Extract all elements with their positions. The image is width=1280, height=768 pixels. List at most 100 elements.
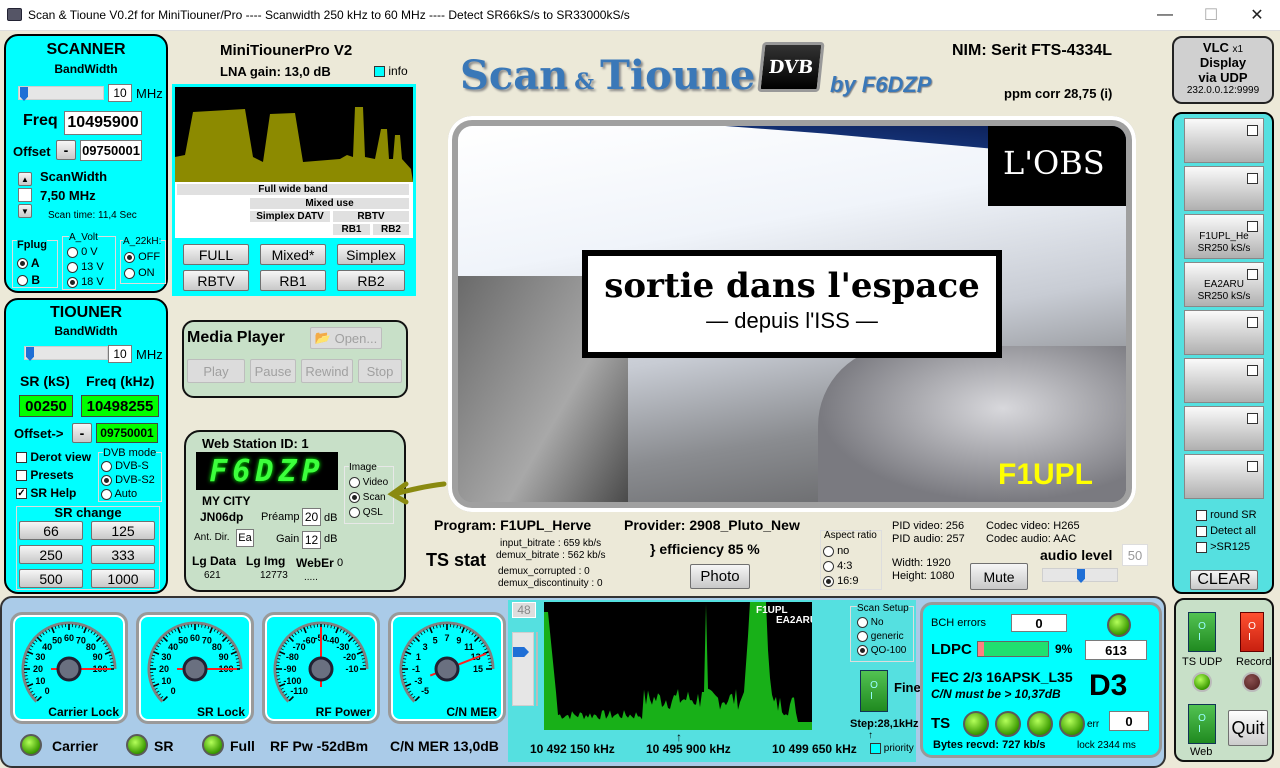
bank-slot-checkbox[interactable]: [1247, 461, 1258, 472]
gauge-tick-label: 70: [202, 635, 212, 645]
clear-button[interactable]: CLEAR: [1190, 570, 1258, 590]
tiouner-bandwidth-input[interactable]: 10: [108, 345, 132, 363]
sr-change-button-66[interactable]: 66: [19, 521, 83, 540]
aspect-option-4-3[interactable]: 4:3: [823, 560, 852, 572]
image-option-scan[interactable]: Scan: [349, 492, 386, 503]
audio-level-thumb[interactable]: [1077, 569, 1085, 583]
media-stop-button[interactable]: Stop: [358, 359, 402, 383]
scanner-bandwidth-input[interactable]: 10: [108, 84, 132, 102]
dvb-mode-option-auto[interactable]: Auto: [101, 488, 137, 500]
bank-slot-checkbox[interactable]: [1247, 221, 1258, 232]
ts-udp-switch[interactable]: OI: [1188, 612, 1216, 652]
image-option-video[interactable]: Video: [349, 477, 388, 488]
sr-change-button-500[interactable]: 500: [19, 569, 83, 588]
priority-checkbox[interactable]: priority: [870, 743, 914, 754]
fplug-option-a[interactable]: A: [17, 256, 40, 270]
tiouner-freq-input[interactable]: 10498255: [81, 395, 159, 417]
media-open-button[interactable]: 📂 Open...: [310, 327, 382, 349]
media-rewind-button[interactable]: Rewind: [301, 359, 353, 383]
ant-dir-input[interactable]: Ea: [236, 529, 254, 547]
presets-checkbox[interactable]: Presets: [16, 468, 74, 482]
tiouner-offset-input[interactable]: 09750001: [96, 423, 158, 443]
video-view[interactable]: L'OBS sortie dans l'espace — depuis l'IS…: [458, 126, 1126, 502]
band-full-button[interactable]: FULL: [183, 244, 249, 265]
media-play-button[interactable]: Play: [187, 359, 245, 383]
bank-slot-checkbox[interactable]: [1247, 125, 1258, 136]
sr-change-button-250[interactable]: 250: [19, 545, 83, 564]
scanner-offset-input[interactable]: 09750001: [80, 140, 142, 161]
info-checkbox[interactable]: info: [374, 64, 408, 78]
gain-input[interactable]: 12: [302, 531, 321, 549]
bank-slot-checkbox[interactable]: [1247, 173, 1258, 184]
gauge-tick: [404, 681, 408, 684]
maximize-button[interactable]: ☐: [1188, 0, 1234, 30]
bank-slot-1[interactable]: [1184, 118, 1264, 163]
scanwidth-down-button[interactable]: ▼: [18, 204, 32, 218]
dvb-mode-option-dvbs2[interactable]: DVB-S2: [101, 474, 155, 486]
bank-slot-6[interactable]: [1184, 358, 1264, 403]
spectrum-level-thumb[interactable]: [513, 647, 529, 657]
scan-setup-option-generic[interactable]: generic: [857, 631, 904, 642]
bank-slot-4[interactable]: EA2ARU SR250 kS/s: [1184, 262, 1264, 307]
bank-slot-2[interactable]: [1184, 166, 1264, 211]
bank-slot-5[interactable]: [1184, 310, 1264, 355]
a-22khz-option-off[interactable]: OFF: [124, 251, 160, 263]
band-simplex-button[interactable]: Simplex: [337, 244, 405, 265]
close-button[interactable]: ✕: [1234, 0, 1280, 30]
scan-setup-option-no[interactable]: No: [857, 617, 884, 628]
gauge-tick: [27, 683, 34, 687]
sr-change-button-1000[interactable]: 1000: [91, 569, 155, 588]
round-sr-checkbox[interactable]: round SR: [1196, 509, 1257, 521]
bank-slot-checkbox[interactable]: [1247, 317, 1258, 328]
scanwidth-up-button[interactable]: ▲: [18, 172, 32, 186]
sr-input[interactable]: 00250: [19, 395, 73, 417]
a-volt-option-13v[interactable]: 13 V: [67, 261, 104, 273]
fplug-option-b[interactable]: B: [17, 273, 40, 287]
band-rbtv-button[interactable]: RBTV: [183, 270, 249, 291]
tiouner-offset-sign-button[interactable]: -: [72, 423, 92, 443]
scan-setup-option-qo100[interactable]: QO-100: [857, 645, 906, 656]
dvb-mode-option-dvbs[interactable]: DVB-S: [101, 460, 149, 472]
sr-change-button-125[interactable]: 125: [91, 521, 155, 540]
scanner-offset-sign-button[interactable]: -: [56, 140, 76, 160]
bank-slot-checkbox[interactable]: [1247, 365, 1258, 376]
band-rb2-button[interactable]: RB2: [337, 270, 405, 291]
sr-help-checkbox[interactable]: ✓ SR Help: [16, 486, 76, 500]
scanner-bandwidth-slider[interactable]: [18, 86, 104, 101]
aspect-option-16-9[interactable]: 16:9: [823, 575, 858, 587]
bank-slot-8[interactable]: [1184, 454, 1264, 499]
image-option-qsl[interactable]: QSL: [349, 507, 383, 518]
quit-button[interactable]: Quit: [1228, 710, 1268, 746]
scanner-freq-input[interactable]: 10495900: [64, 111, 142, 135]
fine-toggle-switch[interactable]: OI: [860, 670, 888, 712]
preamp-input[interactable]: 20: [302, 508, 321, 526]
bank-slot-3[interactable]: F1UPL_He SR250 kS/s: [1184, 214, 1264, 259]
detect-all-checkbox[interactable]: Detect all: [1196, 525, 1256, 537]
gauge-tick: [226, 639, 230, 643]
minimize-button[interactable]: —: [1142, 0, 1188, 30]
gauge-tick-label: 20: [33, 664, 43, 674]
bank-slot-7[interactable]: [1184, 406, 1264, 451]
spectrum-display[interactable]: F1UPL EA2ARU: [544, 602, 812, 730]
spectrum-level-slider[interactable]: [512, 632, 534, 706]
band-rb1-button[interactable]: RB1: [260, 270, 326, 291]
record-switch[interactable]: OI: [1240, 612, 1264, 652]
derot-view-checkbox[interactable]: Derot view: [16, 450, 91, 464]
media-pause-button[interactable]: Pause: [250, 359, 296, 383]
tiouner-bandwidth-slider[interactable]: [24, 346, 108, 361]
bank-slot-checkbox[interactable]: [1247, 413, 1258, 424]
sr-change-button-333[interactable]: 333: [91, 545, 155, 564]
vlc-display-panel[interactable]: VLC x1 Display via UDP 232.0.0.12:9999: [1172, 36, 1274, 104]
audio-level-slider[interactable]: [1042, 568, 1118, 583]
a-volt-option-18v[interactable]: 18 V: [67, 276, 104, 288]
bank-slot-checkbox[interactable]: [1247, 269, 1258, 280]
photo-button[interactable]: Photo: [690, 564, 750, 589]
band-mixed-button[interactable]: Mixed*: [260, 244, 326, 265]
aspect-option-no[interactable]: no: [823, 545, 849, 557]
a-volt-option-0v[interactable]: 0 V: [67, 246, 98, 258]
web-switch[interactable]: OI: [1188, 704, 1216, 744]
mute-button[interactable]: Mute: [970, 563, 1028, 590]
gauge-tick: [230, 651, 237, 655]
a-22khz-option-on[interactable]: ON: [124, 267, 155, 279]
sr125-checkbox[interactable]: >SR125: [1196, 541, 1250, 553]
